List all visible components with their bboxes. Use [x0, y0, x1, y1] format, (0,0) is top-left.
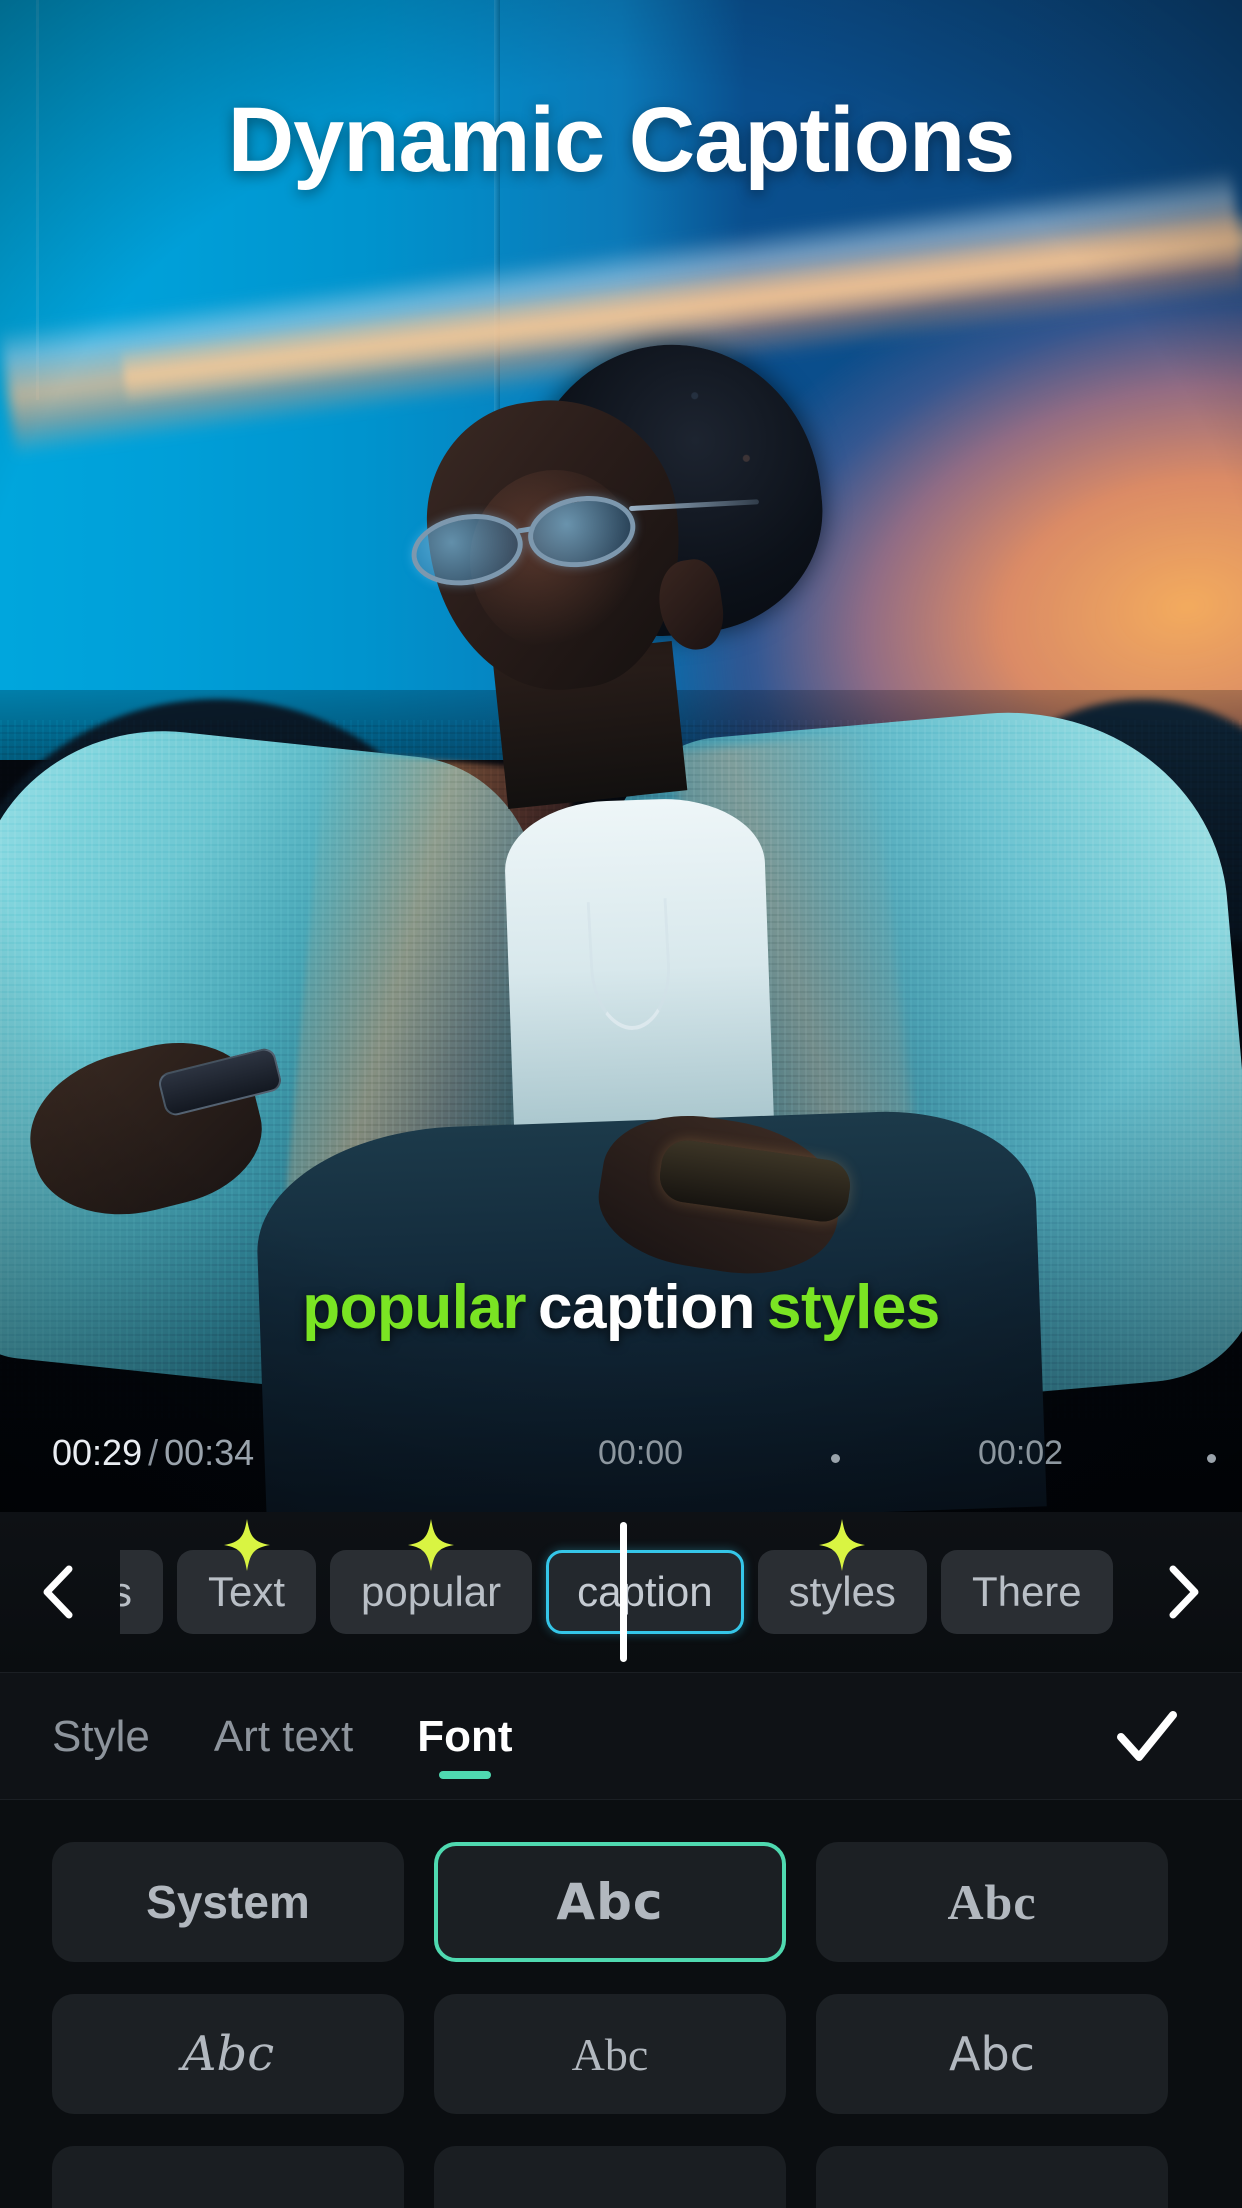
current-time: 00:29 — [52, 1432, 143, 1473]
word-chip-label: Text — [208, 1568, 286, 1615]
caption-word-2: styles — [766, 1273, 940, 1342]
font-card-label: Abc — [571, 2028, 649, 2080]
font-card-label: Abc — [556, 1873, 664, 1931]
caption-word-0: popular — [302, 1273, 527, 1342]
sparkle-icon — [408, 1519, 455, 1571]
ruler-dot-0 — [831, 1454, 840, 1463]
font-card-label: Abc — [181, 2026, 275, 2082]
sparkle-icon — [819, 1519, 866, 1571]
chevron-left-icon — [43, 1565, 73, 1619]
font-card-label: Abc — [949, 2027, 1035, 2081]
word-chip-strip[interactable]: s Text popular caption styles There — [0, 1512, 1242, 1672]
time-separator: / — [148, 1432, 159, 1473]
timecode-bar: 00:29/00:34 00:00 00:02 — [0, 1418, 1242, 1490]
font-card[interactable] — [434, 2146, 786, 2208]
prev-word-button[interactable] — [0, 1512, 120, 1672]
ruler-dot-1 — [1207, 1454, 1216, 1463]
font-card[interactable]: Abc — [816, 1994, 1168, 2114]
word-chip[interactable]: s — [120, 1550, 163, 1634]
font-grid: System Abc Abc Abc Abc Abc — [52, 1842, 1168, 2208]
word-chip-label: s — [120, 1568, 132, 1615]
chips-row: s Text popular caption styles There — [120, 1519, 1113, 1634]
font-card-label: System — [146, 1876, 310, 1928]
font-card[interactable]: Abc — [816, 1842, 1168, 1962]
word-chip[interactable]: Text — [177, 1519, 317, 1634]
total-time: 00:34 — [164, 1432, 255, 1473]
tab-art-text[interactable]: Art text — [214, 1673, 353, 1801]
word-chip-label: popular — [361, 1568, 502, 1615]
next-word-button[interactable] — [1122, 1512, 1242, 1672]
timecode: 00:29/00:34 — [52, 1432, 254, 1474]
tabs-container: Style Art text Font — [52, 1673, 513, 1801]
word-chip-label: styles — [788, 1568, 896, 1615]
font-panel: System Abc Abc Abc Abc Abc — [0, 1800, 1242, 2208]
caption-overlay[interactable]: popular caption styles — [0, 1272, 1242, 1343]
word-chip[interactable]: There — [940, 1550, 1113, 1634]
sparkle-icon — [223, 1519, 270, 1571]
tab-label: Font — [417, 1712, 513, 1761]
font-card[interactable] — [52, 2146, 404, 2208]
word-chip-selected[interactable]: caption — [546, 1550, 744, 1634]
tab-label: Art text — [213, 1712, 354, 1761]
font-card-selected[interactable]: Abc — [434, 1842, 786, 1962]
font-card[interactable]: System — [52, 1842, 404, 1962]
font-card[interactable] — [816, 2146, 1168, 2208]
tab-bar: Style Art text Font — [0, 1672, 1242, 1800]
chevron-right-icon — [1169, 1565, 1199, 1619]
ruler-label-1: 00:02 — [978, 1434, 1064, 1472]
confirm-button[interactable] — [1112, 1705, 1182, 1769]
font-card[interactable]: Abc — [52, 1994, 404, 2114]
word-chip-label: There — [971, 1568, 1082, 1615]
font-card[interactable]: Abc — [434, 1994, 786, 2114]
tab-label: Style — [52, 1712, 150, 1761]
tab-font[interactable]: Font — [417, 1673, 512, 1801]
font-card-label: Abc — [947, 1874, 1037, 1930]
word-chip[interactable]: styles — [757, 1519, 927, 1634]
playhead-indicator[interactable] — [620, 1522, 627, 1662]
word-chip-label: caption — [577, 1568, 713, 1615]
word-chip[interactable]: popular — [330, 1519, 533, 1634]
caption-word-1: caption — [538, 1273, 755, 1342]
ruler-label-0: 00:00 — [598, 1434, 684, 1472]
page-title: Dynamic Captions — [227, 89, 1016, 191]
tab-style[interactable]: Style — [52, 1673, 150, 1801]
checkmark-icon — [1117, 1711, 1177, 1761]
